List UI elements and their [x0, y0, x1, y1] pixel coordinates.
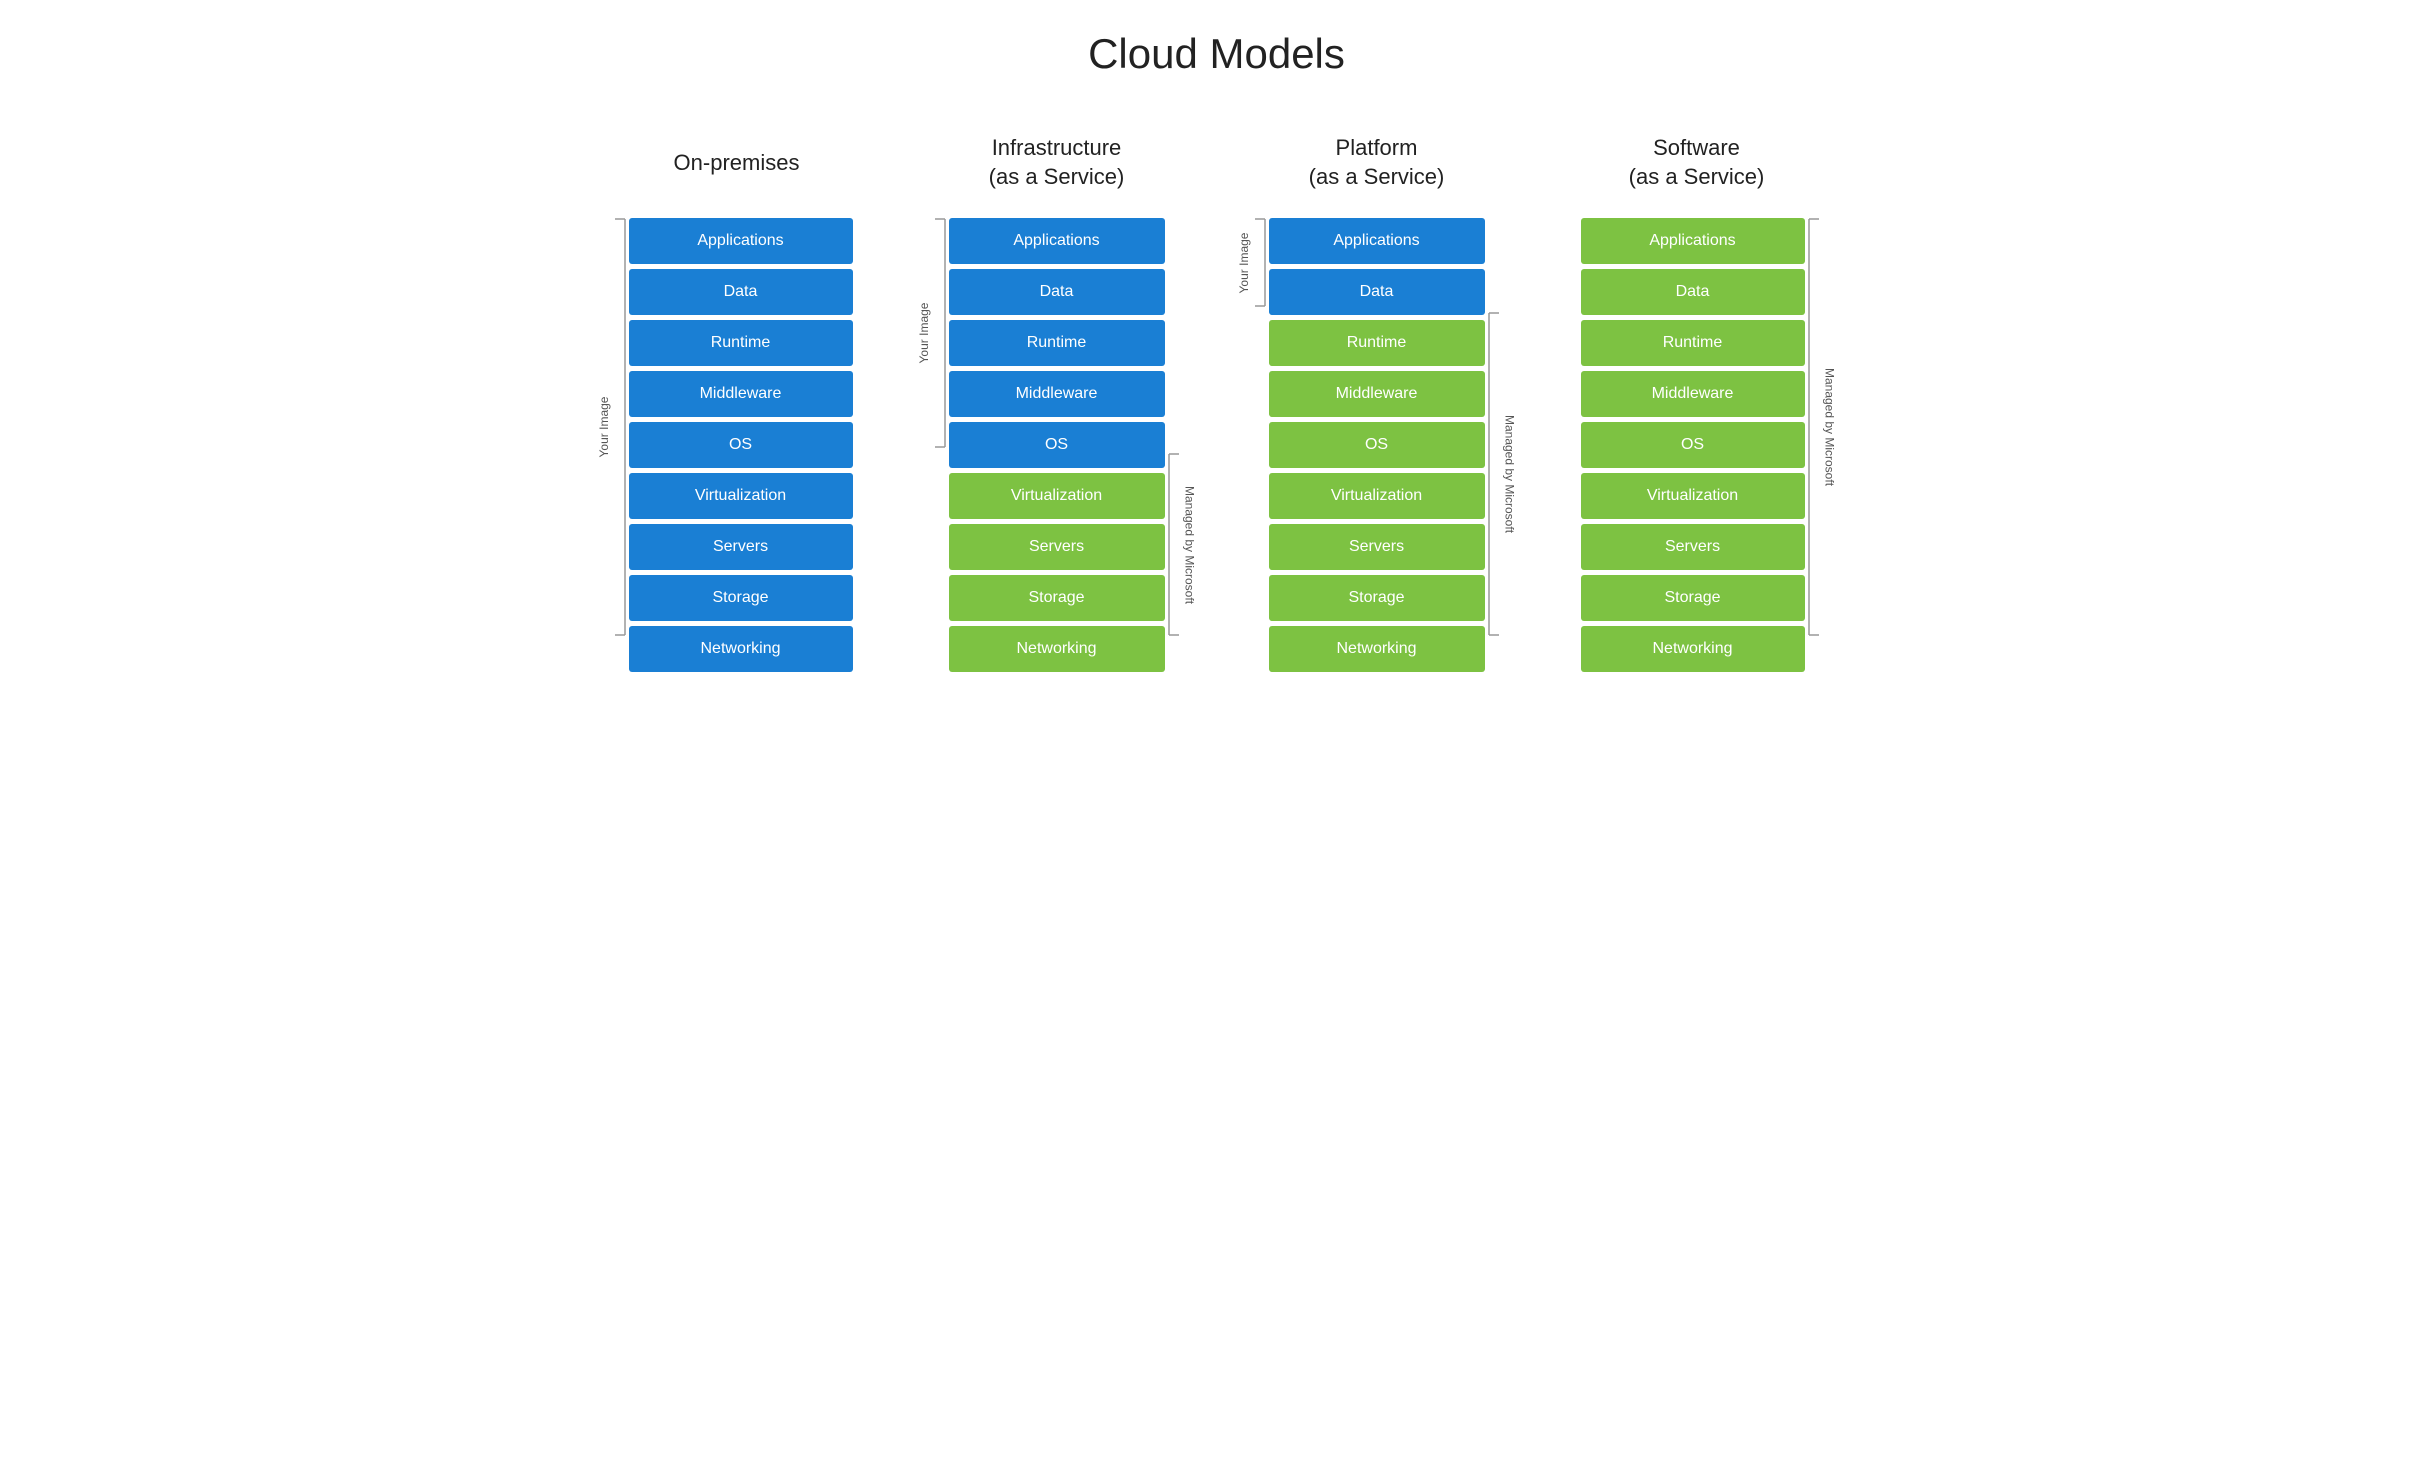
- bracket-label-right: Managed by Microsoft: [1822, 368, 1836, 486]
- layer-box-on-premises-7: Storage: [629, 575, 853, 621]
- layer-box-paas-4: OS: [1269, 422, 1485, 468]
- layer-box-on-premises-1: Data: [629, 269, 853, 315]
- layer-box-iaas-1: Data: [949, 269, 1165, 315]
- layer-box-saas-2: Runtime: [1581, 320, 1805, 366]
- model-column-on-premises: On-premises Your Image Applications Data Run…: [597, 128, 877, 672]
- model-column-saas: Software (as a Service) Applications Data R…: [1557, 128, 1837, 672]
- layer-box-saas-1: Data: [1581, 269, 1805, 315]
- layer-box-saas-4: OS: [1581, 422, 1805, 468]
- layer-box-saas-3: Middleware: [1581, 371, 1805, 417]
- model-title-on-premises: On-premises: [674, 128, 800, 198]
- layer-box-on-premises-3: Middleware: [629, 371, 853, 417]
- layer-box-paas-6: Servers: [1269, 524, 1485, 570]
- layer-box-iaas-7: Storage: [949, 575, 1165, 621]
- layer-box-saas-0: Applications: [1581, 218, 1805, 264]
- layers-stack-saas: Applications Data Runtime Middleware OS Virtu…: [1581, 218, 1805, 672]
- model-column-iaas: Infrastructure (as a Service) Your Image A…: [917, 128, 1197, 672]
- bracket-label-right: Managed by Microsoft: [1502, 415, 1516, 533]
- layer-box-iaas-2: Runtime: [949, 320, 1165, 366]
- layer-box-paas-8: Networking: [1269, 626, 1485, 672]
- layer-box-iaas-5: Virtualization: [949, 473, 1165, 519]
- layer-box-saas-5: Virtualization: [1581, 473, 1805, 519]
- layers-stack-on-premises: Applications Data Runtime Middleware OS Virtu…: [629, 218, 853, 672]
- layer-box-paas-3: Middleware: [1269, 371, 1485, 417]
- bracket-label-left: Your Image: [916, 303, 930, 364]
- bracket-label-right: Managed by Microsoft: [1182, 485, 1196, 603]
- layer-box-paas-1: Data: [1269, 269, 1485, 315]
- layer-box-on-premises-8: Networking: [629, 626, 853, 672]
- layer-box-paas-5: Virtualization: [1269, 473, 1485, 519]
- models-container: On-premises Your Image Applications Data Run…: [517, 128, 1917, 672]
- model-title-saas: Software (as a Service): [1629, 128, 1765, 198]
- bracket-label-left: Your Image: [596, 397, 610, 458]
- layer-box-iaas-3: Middleware: [949, 371, 1165, 417]
- layer-box-on-premises-6: Servers: [629, 524, 853, 570]
- layer-box-iaas-4: OS: [949, 422, 1165, 468]
- layer-box-iaas-0: Applications: [949, 218, 1165, 264]
- layer-box-on-premises-2: Runtime: [629, 320, 853, 366]
- layer-box-on-premises-5: Virtualization: [629, 473, 853, 519]
- layer-box-paas-2: Runtime: [1269, 320, 1485, 366]
- layer-box-on-premises-0: Applications: [629, 218, 853, 264]
- layer-box-paas-0: Applications: [1269, 218, 1485, 264]
- layer-box-on-premises-4: OS: [629, 422, 853, 468]
- model-title-iaas: Infrastructure (as a Service): [989, 128, 1125, 198]
- layer-box-saas-8: Networking: [1581, 626, 1805, 672]
- layer-box-paas-7: Storage: [1269, 575, 1485, 621]
- layer-box-saas-6: Servers: [1581, 524, 1805, 570]
- layers-stack-iaas: Applications Data Runtime Middleware OS Virtu…: [949, 218, 1165, 672]
- model-column-paas: Platform (as a Service) Your Image Applica…: [1237, 128, 1517, 672]
- model-title-paas: Platform (as a Service): [1309, 128, 1445, 198]
- layer-box-iaas-8: Networking: [949, 626, 1165, 672]
- page-title: Cloud Models: [1088, 30, 1345, 78]
- bracket-label-left: Your Image: [1236, 232, 1250, 293]
- layer-box-iaas-6: Servers: [949, 524, 1165, 570]
- layer-box-saas-7: Storage: [1581, 575, 1805, 621]
- layers-stack-paas: Applications Data Runtime Middleware OS Virtu…: [1269, 218, 1485, 672]
